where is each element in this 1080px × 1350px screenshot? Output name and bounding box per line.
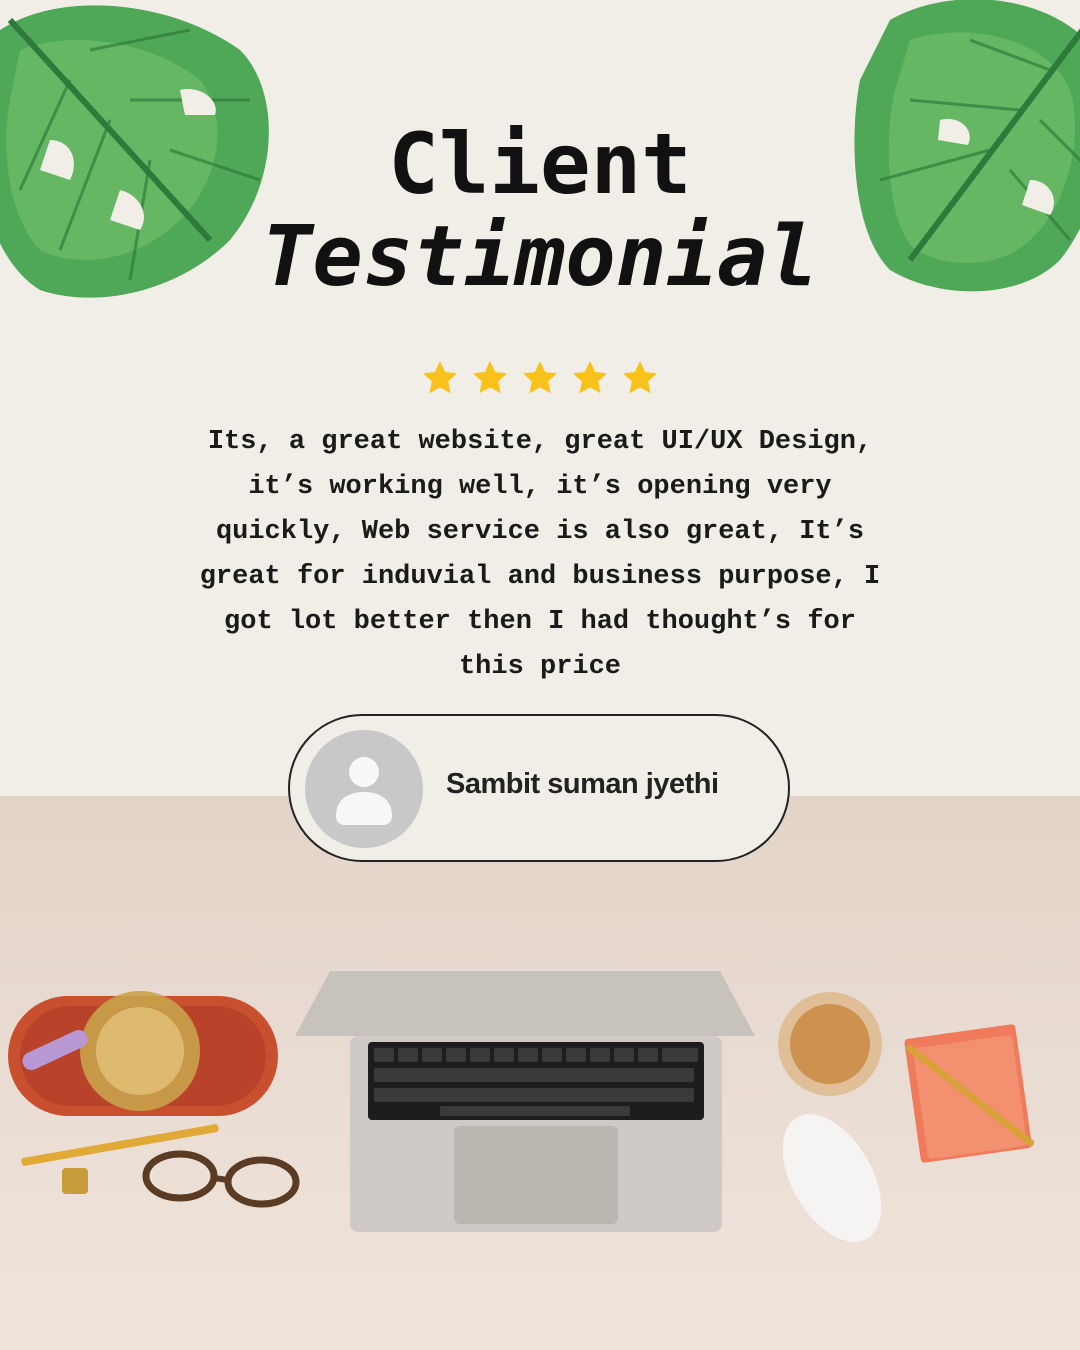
rating-stars: [420, 358, 660, 402]
testimonial-text: Its, a great website, great UI/UX Design…: [199, 427, 881, 682]
star-icon: [423, 361, 457, 394]
star-icon: [523, 361, 557, 394]
page-title: Client Testimonial: [0, 118, 1080, 302]
star-icon: [573, 361, 607, 394]
star-icon: [473, 361, 507, 394]
user-avatar-icon: [305, 730, 423, 848]
title-line-client: Client: [388, 115, 692, 213]
title-line-testimonial: Testimonial: [261, 207, 819, 305]
desk-laptop-photo: [0, 796, 1080, 1350]
client-name: Sambit suman jyethi: [446, 768, 719, 800]
client-card: Sambit suman jyethi: [288, 714, 790, 862]
testimonial-page: Client Testimonial Its, a great website,…: [0, 0, 1080, 1350]
star-icon: [623, 361, 657, 394]
